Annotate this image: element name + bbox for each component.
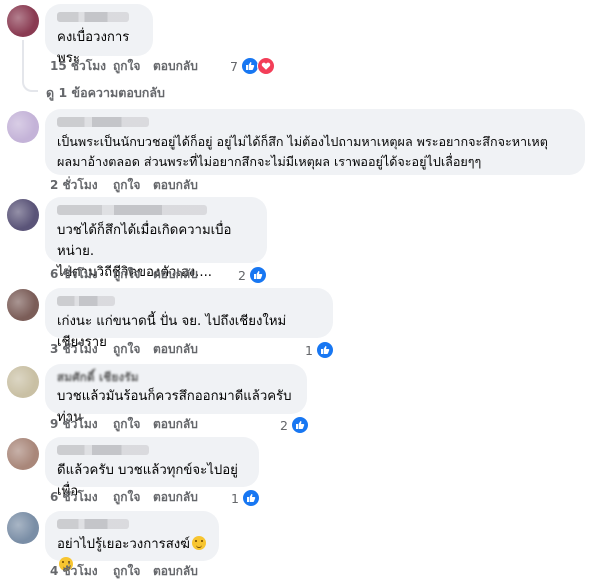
author-name-blurred[interactable]: [57, 519, 129, 529]
reply-link[interactable]: ตอบกลับ: [153, 415, 198, 434]
heart-icon: [256, 57, 275, 75]
comment-actions: 2 ชั่วโมง ถูกใจ ตอบกลับ: [50, 177, 198, 193]
like-link[interactable]: ถูกใจ: [113, 57, 153, 76]
comment-time[interactable]: 2 ชั่วโมง: [50, 176, 113, 195]
comment-bubble: ดีแล้วครับ บวชแล้วทุกข์จะไปอยู่เพื่อ: [45, 437, 259, 499]
comment-actions: 6 ชั่วโมง ถูกใจ ตอบกลับ: [50, 489, 198, 505]
like-icon: [248, 266, 267, 284]
author-name-blurred[interactable]: [57, 445, 149, 455]
reply-link[interactable]: ตอบกลับ: [153, 57, 198, 76]
comment-time[interactable]: 9 ชั่วโมง: [50, 415, 113, 434]
comment-time[interactable]: 6 ชั่วโมง: [50, 265, 113, 284]
like-icon: [315, 341, 334, 359]
avatar[interactable]: [7, 5, 39, 37]
comment-bubble: อย่าไปรู้เยอะวงการสงฆ์: [45, 511, 219, 571]
avatar[interactable]: [7, 111, 39, 143]
reply-link[interactable]: ตอบกลับ: [153, 488, 198, 507]
reply-link[interactable]: ตอบกลับ: [153, 340, 198, 359]
reply-link[interactable]: ตอบกลับ: [153, 562, 198, 581]
like-icon: [290, 416, 309, 434]
comment-actions: 9 ชั่วโมง ถูกใจ ตอบกลับ: [50, 416, 198, 432]
comment-bubble: คงเบื่อวงการพระ: [45, 4, 153, 66]
reaction-count[interactable]: 1: [305, 341, 334, 359]
comment-time[interactable]: 3 ชั่วโมง: [50, 340, 113, 359]
avatar[interactable]: [7, 438, 39, 470]
author-name-blurred[interactable]: [57, 205, 207, 215]
reply-link[interactable]: ตอบกลับ: [153, 265, 198, 284]
author-name-blurred[interactable]: [57, 296, 115, 306]
avatar[interactable]: [7, 289, 39, 321]
avatar[interactable]: [7, 512, 39, 544]
reaction-count[interactable]: 1: [231, 489, 260, 507]
comment-time[interactable]: 15 ชั่วโมง: [50, 57, 113, 76]
flushed-emoji-icon: [191, 536, 206, 550]
comment-actions: 3 ชั่วโมง ถูกใจ ตอบกลับ: [50, 341, 198, 357]
author-name-blurred[interactable]: สมศักดิ์ เชียงรัม: [57, 370, 295, 384]
reaction-count[interactable]: 7: [230, 57, 275, 75]
like-link[interactable]: ถูกใจ: [113, 340, 153, 359]
author-name-blurred[interactable]: [57, 117, 149, 127]
avatar[interactable]: [7, 366, 39, 398]
comment-bubble: เป็นพระเป็นนักบวชอยู่ได้ก็อยู่ อยู่ไม่ได…: [45, 109, 585, 175]
comment-bubble: บวชได้ก็สึกได้เมื่อเกิดความเบื่อหน่าย. ไ…: [45, 197, 267, 280]
reaction-count[interactable]: 2: [280, 416, 309, 434]
like-icon: [241, 489, 260, 507]
comment-time[interactable]: 6 ชั่วโมง: [50, 488, 113, 507]
comment-actions: 4 ชั่วโมง ถูกใจ ตอบกลับ: [50, 563, 198, 579]
like-link[interactable]: ถูกใจ: [113, 176, 153, 195]
reaction-count[interactable]: 2: [238, 266, 267, 284]
like-link[interactable]: ถูกใจ: [113, 488, 153, 507]
avatar[interactable]: [7, 199, 39, 231]
reply-link[interactable]: ตอบกลับ: [153, 176, 198, 195]
comment-bubble: เก่งนะ แก่ขนาดนี้ ปั่น จย. ไปถึงเชียงใหม…: [45, 288, 333, 350]
comment-time[interactable]: 4 ชั่วโมง: [50, 562, 113, 581]
reply-thread-line: [22, 40, 38, 92]
author-name-blurred[interactable]: [57, 12, 129, 22]
comment-actions: 15 ชั่วโมง ถูกใจ ตอบกลับ: [50, 58, 198, 74]
like-link[interactable]: ถูกใจ: [113, 562, 153, 581]
comment-bubble: สมศักดิ์ เชียงรัม บวชแล้วมันร้อนก็ควรสึก…: [45, 364, 307, 425]
like-link[interactable]: ถูกใจ: [113, 415, 153, 434]
comment-text: เป็นพระเป็นนักบวชอยู่ได้ก็อยู่ อยู่ไม่ได…: [57, 134, 548, 169]
view-replies-link[interactable]: ดู 1 ข้อความตอบกลับ: [46, 83, 165, 103]
like-link[interactable]: ถูกใจ: [113, 265, 153, 284]
comment-actions: 6 ชั่วโมง ถูกใจ ตอบกลับ: [50, 266, 198, 282]
